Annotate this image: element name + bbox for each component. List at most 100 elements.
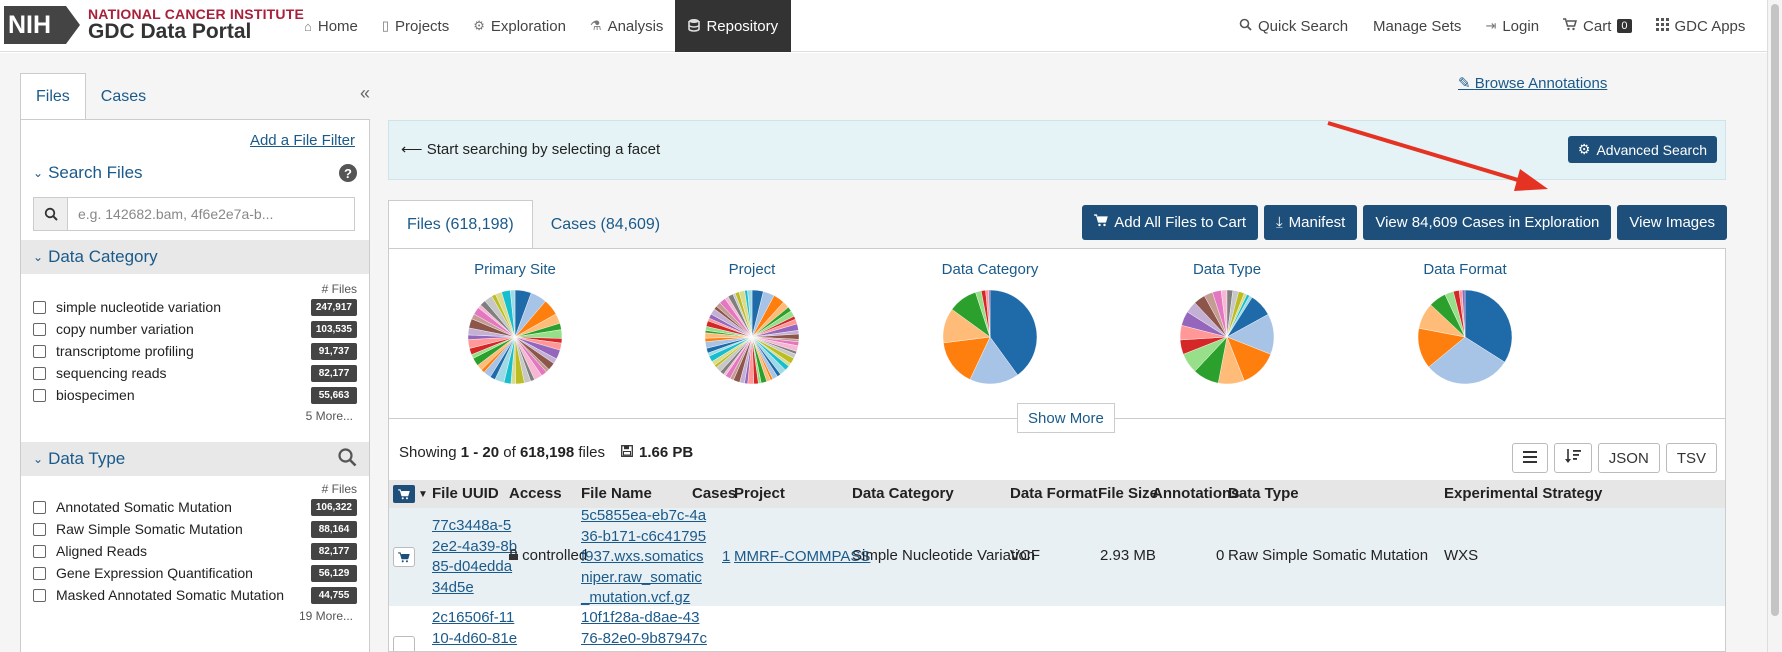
- checkbox[interactable]: [33, 566, 46, 580]
- pie-chart[interactable]: [462, 284, 568, 390]
- checkbox[interactable]: [33, 300, 46, 314]
- checkbox[interactable]: [33, 500, 46, 514]
- facet-option-label: Masked Annotated Somatic Mutation: [56, 587, 285, 603]
- nav-repository-label: Repository: [706, 17, 779, 35]
- more-facet-values-link[interactable]: 5 More...: [306, 409, 353, 423]
- checkbox[interactable]: [33, 366, 46, 380]
- facet-option[interactable]: transcriptome profiling 91,737: [33, 340, 357, 362]
- facet-option[interactable]: Gene Expression Quantification 56,129: [33, 562, 357, 584]
- project-link[interactable]: MMRF-COMMPASS: [734, 547, 870, 568]
- table-header: ▼ File UUID Access File Name Cases Proje…: [389, 480, 1725, 508]
- col-data-category[interactable]: Data Category: [852, 485, 954, 502]
- nav-home-label: Home: [317, 17, 358, 35]
- search-icon: [1239, 18, 1252, 34]
- advanced-search-label: Advanced Search: [1596, 141, 1707, 158]
- nav-login[interactable]: ⇥ Login: [1473, 0, 1551, 52]
- col-experimental-strategy[interactable]: Experimental Strategy: [1444, 485, 1602, 502]
- tab-files-results[interactable]: Files (618,198): [388, 200, 533, 249]
- search-files-input[interactable]: [68, 198, 354, 230]
- nav-manage-sets[interactable]: Manage Sets: [1361, 0, 1473, 52]
- facet-option[interactable]: Annotated Somatic Mutation 106,322: [33, 496, 357, 518]
- facet-option[interactable]: copy number variation 103,535: [33, 318, 357, 340]
- cogs-icon: ⚙: [473, 18, 485, 33]
- export-json-button[interactable]: JSON: [1597, 443, 1660, 473]
- facet-option[interactable]: biospecimen 55,663: [33, 384, 357, 406]
- nav-home[interactable]: ⌂ Home: [292, 0, 370, 52]
- col-file-size[interactable]: File Size: [1098, 485, 1158, 502]
- pie-chart[interactable]: [699, 284, 805, 390]
- nav-cart[interactable]: Cart 0: [1551, 0, 1643, 52]
- tab-files-facets[interactable]: Files: [20, 73, 86, 120]
- file-uuid-link[interactable]: 2c16506f-11 10-4d60-81e: [432, 608, 517, 649]
- col-data-format[interactable]: Data Format: [1010, 485, 1098, 502]
- col-file-uuid[interactable]: File UUID: [432, 485, 499, 502]
- scrollbar-thumb[interactable]: [1771, 4, 1779, 616]
- tab-cases-results[interactable]: Cases (84,609): [533, 200, 678, 249]
- access-cell: controlled: [509, 547, 587, 564]
- checkbox[interactable]: [33, 544, 46, 558]
- showing-prefix: Showing: [399, 444, 461, 461]
- browse-annotations-link[interactable]: ✎ Browse Annotations: [1458, 74, 1607, 92]
- view-images-button[interactable]: View Images: [1617, 205, 1727, 240]
- search-files-header[interactable]: ⌄ Search Files ?: [21, 156, 369, 190]
- gdc-logo[interactable]: NIH NATIONAL CANCER INSTITUTE GDC Data P…: [4, 6, 304, 44]
- data-category-facet-header[interactable]: ⌄ Data Category: [21, 240, 369, 274]
- column-list-button[interactable]: [1511, 443, 1548, 473]
- nav-projects[interactable]: ▯ Projects: [370, 0, 461, 52]
- facet-option[interactable]: simple nucleotide variation 247,917: [33, 296, 357, 318]
- col-annotations[interactable]: Annotations: [1152, 485, 1240, 502]
- count-badge: 56,129: [311, 564, 357, 582]
- nav-repository[interactable]: Repository: [675, 0, 792, 52]
- add-to-cart-button[interactable]: [393, 547, 415, 567]
- facet-option[interactable]: sequencing reads 82,177: [33, 362, 357, 384]
- checkbox[interactable]: [33, 522, 46, 536]
- file-name-link[interactable]: 10f1f28a-d8ae-43 76-82e0-9b87947c: [581, 608, 707, 649]
- nav-exploration[interactable]: ⚙ Exploration: [461, 0, 578, 52]
- nav-manage-sets-label: Manage Sets: [1373, 17, 1462, 35]
- facet-search-icon[interactable]: [337, 447, 357, 472]
- nav-gdc-apps[interactable]: GDC Apps: [1644, 0, 1758, 52]
- cases-count-link[interactable]: 1: [722, 547, 730, 568]
- checkbox[interactable]: [33, 388, 46, 402]
- add-file-filter-link[interactable]: Add a File Filter: [250, 132, 355, 149]
- show-more-charts-button[interactable]: Show More: [1017, 403, 1115, 433]
- col-project[interactable]: Project: [734, 485, 785, 502]
- page-scrollbar[interactable]: [1767, 0, 1782, 652]
- checkbox[interactable]: [33, 588, 46, 602]
- file-uuid-link[interactable]: 77c3448a-5 2e2-4a39-8b 85-d04edda 34d5e: [432, 516, 517, 598]
- data-type-facet-header[interactable]: ⌄ Data Type: [21, 442, 369, 476]
- facet-option[interactable]: Aligned Reads 82,177: [33, 540, 357, 562]
- more-facet-values-link[interactable]: 19 More...: [299, 609, 353, 623]
- col-data-type[interactable]: Data Type: [1228, 485, 1299, 502]
- nav-analysis[interactable]: ⚗ Analysis: [578, 0, 676, 52]
- manifest-button[interactable]: ⤓ Manifest: [1264, 205, 1358, 240]
- pie-chart[interactable]: [1412, 284, 1518, 390]
- pie-chart[interactable]: [937, 284, 1043, 390]
- facet-option-label: transcriptome profiling: [56, 343, 194, 359]
- facet-option[interactable]: Masked Annotated Somatic Mutation 44,755: [33, 584, 357, 606]
- checkbox[interactable]: [33, 322, 46, 336]
- tab-cases-facets[interactable]: Cases: [86, 73, 161, 120]
- col-access[interactable]: Access: [509, 485, 562, 502]
- export-tsv-button[interactable]: TSV: [1665, 443, 1717, 473]
- advanced-search-button[interactable]: ⚙ Advanced Search: [1567, 136, 1717, 163]
- nav-quick-search[interactable]: Quick Search: [1226, 0, 1361, 52]
- nav-projects-label: Projects: [395, 17, 450, 35]
- view-cases-in-exploration-button[interactable]: View 84,609 Cases in Exploration: [1363, 205, 1612, 240]
- facet-panel: Add a File Filter ⌄ Search Files ? ⌄ Dat…: [20, 119, 370, 652]
- checkbox[interactable]: [33, 344, 46, 358]
- col-file-name[interactable]: File Name: [581, 485, 652, 502]
- cart-select-all[interactable]: ▼: [393, 485, 428, 503]
- collapse-sidebar-button[interactable]: «: [360, 83, 370, 104]
- file-name-line: 36-b171-c6c41795: [581, 527, 707, 545]
- result-tabs: Files (618,198) Cases (84,609): [388, 200, 678, 249]
- arrow-left-icon: ⟵: [401, 141, 423, 158]
- sort-button[interactable]: [1553, 443, 1592, 473]
- pie-chart[interactable]: [1174, 284, 1280, 390]
- add-all-files-to-cart-button[interactable]: Add All Files to Cart: [1082, 205, 1259, 240]
- file-name-link[interactable]: 5c5855ea-eb7c-4a 36-b171-c6c41795 f937.w…: [581, 506, 706, 609]
- add-to-cart-button[interactable]: [393, 636, 415, 651]
- help-icon[interactable]: ?: [339, 164, 357, 182]
- facet-option[interactable]: Raw Simple Somatic Mutation 88,164: [33, 518, 357, 540]
- col-cases[interactable]: Cases: [692, 485, 736, 502]
